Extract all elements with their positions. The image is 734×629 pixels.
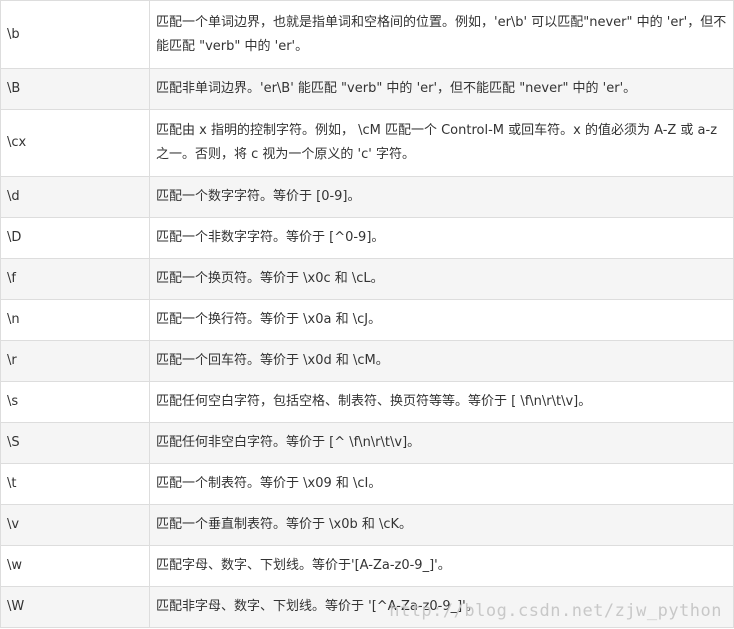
description-cell: 匹配一个非数字字符。等价于 [^0-9]。 [149,217,734,259]
table-row: \f 匹配一个换页符。等价于 \x0c 和 \cL。 [0,258,734,300]
symbol-cell: \w [0,545,150,587]
symbol-cell: \S [0,422,150,464]
symbol-cell: \B [0,68,150,110]
regex-reference-table: \b 匹配一个单词边界，也就是指单词和空格间的位置。例如，'er\b' 可以匹配… [0,0,734,628]
table-row: \b 匹配一个单词边界，也就是指单词和空格间的位置。例如，'er\b' 可以匹配… [0,0,734,69]
symbol-cell: \cx [0,109,150,177]
symbol-cell: \b [0,0,150,69]
table-row: \s 匹配任何空白字符，包括空格、制表符、换页符等等。等价于 [ \f\n\r\… [0,381,734,423]
description-cell: 匹配一个垂直制表符。等价于 \x0b 和 \cK。 [149,504,734,546]
table-row: \D 匹配一个非数字字符。等价于 [^0-9]。 [0,217,734,259]
description-cell: 匹配字母、数字、下划线。等价于'[A-Za-z0-9_]'。 [149,545,734,587]
description-cell: 匹配一个换行符。等价于 \x0a 和 \cJ。 [149,299,734,341]
symbol-cell: \s [0,381,150,423]
description-cell: 匹配一个制表符。等价于 \x09 和 \cI。 [149,463,734,505]
symbol-cell: \d [0,176,150,218]
description-cell: 匹配一个换页符。等价于 \x0c 和 \cL。 [149,258,734,300]
symbol-cell: \W [0,586,150,628]
table-row: \r 匹配一个回车符。等价于 \x0d 和 \cM。 [0,340,734,382]
description-cell: 匹配非单词边界。'er\B' 能匹配 "verb" 中的 'er'，但不能匹配 … [149,68,734,110]
description-cell: 匹配一个单词边界，也就是指单词和空格间的位置。例如，'er\b' 可以匹配"ne… [149,0,734,69]
table-row: \d 匹配一个数字字符。等价于 [0-9]。 [0,176,734,218]
description-cell: 匹配一个数字字符。等价于 [0-9]。 [149,176,734,218]
description-cell: 匹配由 x 指明的控制字符。例如， \cM 匹配一个 Control-M 或回车… [149,109,734,177]
symbol-cell: \f [0,258,150,300]
description-cell: 匹配任何空白字符，包括空格、制表符、换页符等等。等价于 [ \f\n\r\t\v… [149,381,734,423]
table-row: \n 匹配一个换行符。等价于 \x0a 和 \cJ。 [0,299,734,341]
description-cell: 匹配一个回车符。等价于 \x0d 和 \cM。 [149,340,734,382]
table-row: \t 匹配一个制表符。等价于 \x09 和 \cI。 [0,463,734,505]
symbol-cell: \r [0,340,150,382]
table-row: \B 匹配非单词边界。'er\B' 能匹配 "verb" 中的 'er'，但不能… [0,68,734,110]
symbol-cell: \t [0,463,150,505]
watermark: http://blog.csdn.net/zjw_python [389,601,722,621]
table-row: \v 匹配一个垂直制表符。等价于 \x0b 和 \cK。 [0,504,734,546]
symbol-cell: \D [0,217,150,259]
symbol-cell: \v [0,504,150,546]
description-cell: 匹配任何非空白字符。等价于 [^ \f\n\r\t\v]。 [149,422,734,464]
symbol-cell: \n [0,299,150,341]
table-row: \cx 匹配由 x 指明的控制字符。例如， \cM 匹配一个 Control-M… [0,109,734,177]
table-row: \S 匹配任何非空白字符。等价于 [^ \f\n\r\t\v]。 [0,422,734,464]
table-row: \w 匹配字母、数字、下划线。等价于'[A-Za-z0-9_]'。 [0,545,734,587]
